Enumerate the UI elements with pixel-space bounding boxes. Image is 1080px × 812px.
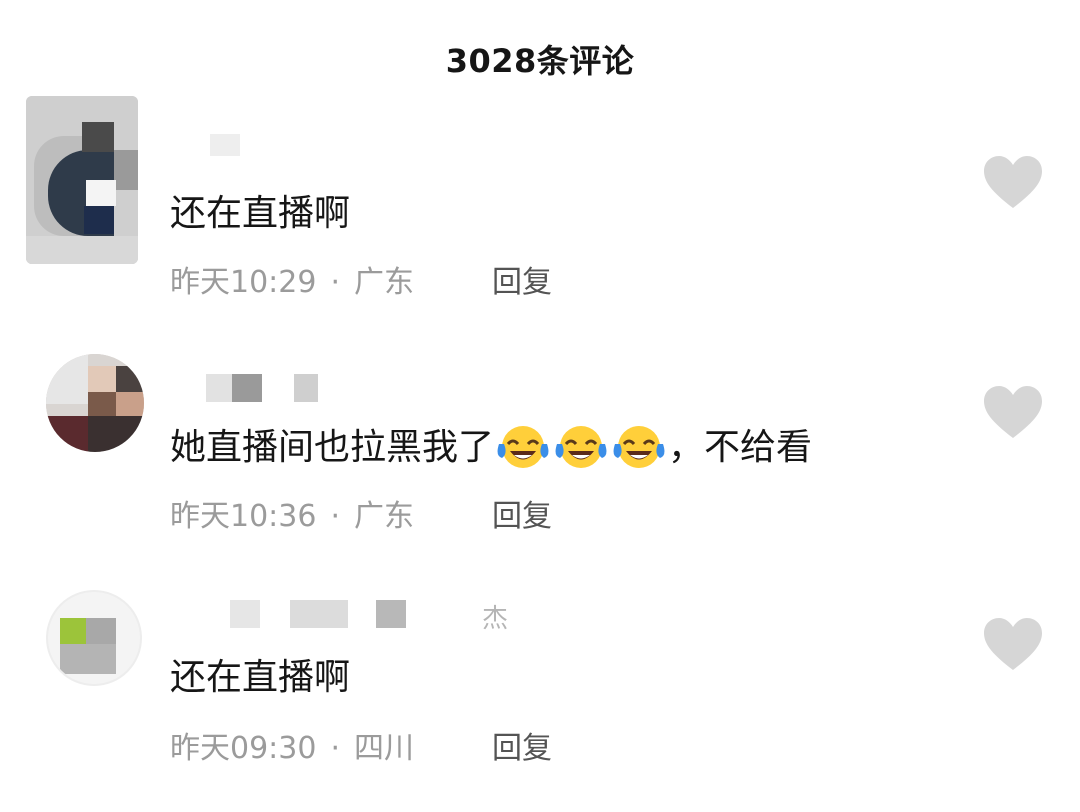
comment-item: 还在直播啊 昨天10:29 · 广东 回复 (0, 92, 1080, 312)
comment-location: 四川 (354, 731, 415, 766)
like-heart-icon[interactable] (982, 384, 1044, 440)
comment-time: 昨天09:30 (170, 731, 317, 766)
comment-text: 还在直播啊 (170, 193, 351, 234)
meta-separator: · (330, 499, 341, 534)
comment-text: 还在直播啊 (170, 657, 351, 698)
comment-item: 她直播间也拉黑我了 ，不给看 昨天10:36 · 广东 回复 (0, 344, 1080, 564)
meta-separator: · (330, 265, 341, 300)
comment-location: 广东 (354, 499, 415, 534)
comment-meta: 昨天10:36 · 广东 回复 (170, 498, 552, 536)
comment-time: 昨天10:29 (170, 265, 317, 300)
like-heart-icon[interactable] (982, 616, 1044, 672)
reply-button[interactable]: 回复 (492, 730, 552, 768)
comment-text-part: ，不给看 (668, 427, 813, 468)
username-visible-char: 杰 (482, 604, 509, 634)
comment-meta: 昨天09:30 · 四川 回复 (170, 730, 552, 768)
face-with-tears-of-joy-icon (552, 426, 610, 470)
reply-button[interactable]: 回复 (492, 498, 552, 536)
comment-text-part: 她直播间也拉黑我了 (170, 427, 495, 468)
comment-item: 杰 还在直播啊 昨天09:30 · 四川 回复 (0, 584, 1080, 804)
avatar[interactable] (46, 354, 144, 452)
comment-text: 她直播间也拉黑我了 ，不给看 (170, 426, 812, 470)
avatar[interactable] (46, 590, 142, 686)
comment-meta: 昨天10:29 · 广东 回复 (170, 264, 552, 302)
avatar[interactable] (26, 96, 138, 264)
comment-time: 昨天10:36 (170, 499, 317, 534)
face-with-tears-of-joy-icon (610, 426, 668, 470)
like-heart-icon[interactable] (982, 154, 1044, 210)
reply-button[interactable]: 回复 (492, 264, 552, 302)
meta-separator: · (330, 731, 341, 766)
face-with-tears-of-joy-icon (494, 426, 552, 470)
comment-location: 广东 (354, 265, 415, 300)
comment-count-title: 3028条评论 (445, 42, 635, 80)
